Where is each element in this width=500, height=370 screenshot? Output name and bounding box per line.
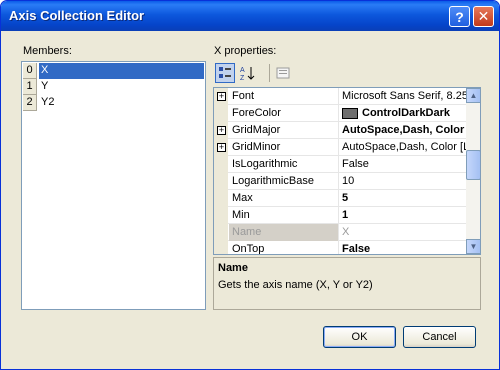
member-name: X (39, 63, 204, 79)
property-row-min[interactable]: Min 1 (214, 207, 466, 224)
axis-collection-editor-window: Axis Collection Editor ? ✕ Members: 0 X … (0, 0, 500, 370)
chevron-down-icon: ▼ (469, 242, 478, 251)
row-gutter (214, 156, 228, 173)
property-value[interactable]: AutoSpace,Dash, Color (340, 122, 466, 139)
property-value-cell[interactable]: ControlDarkDark (340, 105, 466, 122)
expand-plus-icon[interactable]: + (217, 143, 226, 152)
members-list[interactable]: 0 X 1 Y 2 Y2 (21, 61, 206, 310)
scroll-down-button[interactable]: ▼ (466, 239, 480, 254)
close-button[interactable]: ✕ (473, 6, 494, 27)
property-grid[interactable]: + Font Microsoft Sans Serif, 8.25 ForeCo… (213, 87, 481, 255)
property-value[interactable]: False (340, 241, 466, 254)
member-item[interactable]: 2 Y2 (23, 95, 204, 111)
expand-plus-icon[interactable]: + (217, 126, 226, 135)
vertical-scrollbar[interactable]: ▲ ▼ (466, 88, 480, 254)
property-row-ontop[interactable]: OnTop False (214, 241, 466, 254)
property-value[interactable]: False (340, 156, 466, 173)
title-bar[interactable]: Axis Collection Editor ? ✕ (1, 1, 499, 31)
property-name: OnTop (229, 241, 339, 254)
property-pages-icon (276, 67, 290, 79)
property-value[interactable]: 1 (340, 207, 466, 224)
svg-text:A: A (240, 67, 245, 74)
property-row-name[interactable]: Name X (214, 224, 466, 241)
property-value[interactable]: 5 (340, 190, 466, 207)
member-name: Y (41, 80, 49, 92)
property-row-font[interactable]: + Font Microsoft Sans Serif, 8.25 (214, 88, 466, 105)
help-icon: ? (455, 8, 464, 25)
member-index: 1 (23, 79, 37, 95)
members-label: Members: (23, 45, 72, 57)
ok-button[interactable]: OK (323, 326, 396, 348)
property-value: ControlDarkDark (362, 107, 451, 119)
categorized-icon (219, 67, 231, 78)
property-row-forecolor[interactable]: ForeColor ControlDarkDark (214, 105, 466, 122)
row-gutter (214, 173, 228, 190)
scroll-up-button[interactable]: ▲ (466, 88, 480, 103)
toolbar-separator (269, 64, 270, 82)
description-text: Gets the axis name (X, Y or Y2) (218, 279, 373, 291)
row-gutter (214, 190, 228, 207)
property-row-logarithmicbase[interactable]: LogarithmicBase 10 (214, 173, 466, 190)
row-gutter (214, 224, 228, 241)
member-index: 2 (23, 95, 37, 111)
member-name: Y2 (41, 96, 55, 108)
property-value[interactable]: 10 (340, 173, 466, 190)
property-name: LogarithmicBase (229, 173, 339, 190)
member-item[interactable]: 0 X (23, 63, 204, 79)
property-name: IsLogarithmic (229, 156, 339, 173)
row-gutter: + (214, 139, 228, 156)
categorized-button[interactable] (215, 63, 235, 83)
property-name: Min (229, 207, 339, 224)
help-button[interactable]: ? (449, 6, 470, 27)
member-index: 0 (23, 63, 37, 79)
svg-text:Z: Z (240, 75, 245, 81)
property-name: Max (229, 190, 339, 207)
property-value[interactable]: AutoSpace,Dash, Color [L (340, 139, 466, 156)
alphabetical-icon: A Z (240, 67, 255, 81)
property-row-gridmajor[interactable]: + GridMajor AutoSpace,Dash, Color (214, 122, 466, 139)
property-name: GridMinor (229, 139, 339, 156)
property-row-gridminor[interactable]: + GridMinor AutoSpace,Dash, Color [L (214, 139, 466, 156)
property-name: Name (229, 224, 339, 241)
row-gutter (214, 207, 228, 224)
property-pages-button[interactable] (273, 63, 293, 83)
description-panel: Name Gets the axis name (X, Y or Y2) (213, 257, 481, 310)
property-value[interactable]: Microsoft Sans Serif, 8.25 (340, 88, 466, 105)
expand-plus-icon[interactable]: + (217, 92, 226, 101)
scroll-thumb[interactable] (466, 150, 480, 180)
property-value: X (342, 226, 350, 238)
member-item[interactable]: 1 Y (23, 79, 204, 95)
properties-label: X properties: (214, 45, 277, 57)
row-gutter (214, 241, 228, 254)
property-name: Font (229, 88, 339, 105)
window-title: Axis Collection Editor (9, 8, 145, 23)
row-gutter: + (214, 88, 228, 105)
property-row-islogarithmic[interactable]: IsLogarithmic False (214, 156, 466, 173)
cancel-button[interactable]: Cancel (403, 326, 476, 348)
description-title: Name (218, 262, 248, 274)
color-swatch (342, 107, 358, 119)
row-gutter: + (214, 122, 228, 139)
close-icon: ✕ (477, 8, 490, 24)
row-gutter (214, 105, 228, 122)
chevron-up-icon: ▲ (469, 91, 478, 100)
property-name: ForeColor (229, 105, 339, 122)
alphabetical-button[interactable]: A Z (237, 63, 257, 83)
property-grid-toolbar: A Z (213, 61, 481, 85)
property-row-max[interactable]: Max 5 (214, 190, 466, 207)
property-name: GridMajor (229, 122, 339, 139)
